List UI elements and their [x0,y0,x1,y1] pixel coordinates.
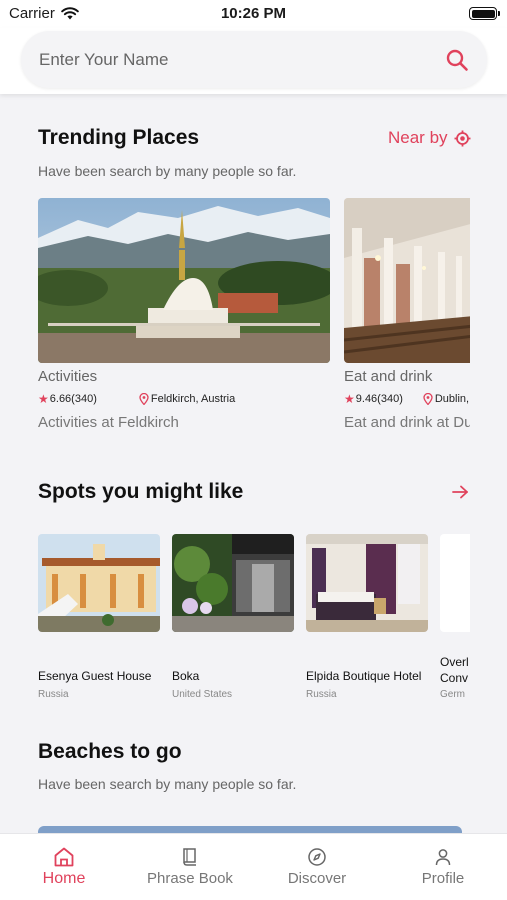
search-input[interactable] [39,45,419,75]
trending-image-stupa [38,198,330,363]
star-icon: ★ [38,392,49,406]
spots-title: Spots you might like [38,480,244,503]
tab-home[interactable]: Home [1,834,127,900]
trending-description: Activities at Feldkirch [38,414,179,431]
location-pin-icon [423,393,433,405]
beaches-subtitle: Have been search by many people so far. [38,776,297,792]
trending-card[interactable]: Activities ★ 6.66(340) Feldkirch, Austri… [38,198,330,431]
tab-phrase-book-label: Phrase Book [147,870,233,887]
location-target-icon [454,130,471,146]
trending-rating: 6.66(340) [49,393,97,405]
person-icon [435,849,451,866]
battery-icon [469,7,500,20]
spot-card[interactable]: Boka United States [172,534,294,700]
trending-rating: 9.46(340) [355,393,403,405]
spot-image-guest-house [38,534,160,632]
spot-image-hotel-room [306,534,428,632]
spot-country: Russia [306,689,337,700]
arrow-right-icon[interactable] [450,484,470,500]
compass-icon [308,848,326,866]
trending-location: Dublin, Ireland [434,393,470,405]
trending-image-church [344,198,470,363]
spot-name: Elpida Boutique Hotel [306,669,422,683]
nearby-label: Near by [388,128,448,147]
tab-profile[interactable]: Profile [380,834,506,900]
trending-meta: ★ 6.66(340) Feldkirch, Austria [38,392,330,406]
tab-discover[interactable]: Discover [254,834,380,900]
spot-country: Germ [440,689,465,700]
trending-category: Activities [38,368,98,385]
tab-profile-label: Profile [421,870,465,887]
star-icon: ★ [344,392,355,406]
trending-carousel[interactable]: Activities ★ 6.66(340) Feldkirch, Austri… [38,198,470,438]
tab-discover-label: Discover [287,870,347,887]
trending-meta: ★ 9.46(340) Dublin, Ireland [344,392,470,406]
spot-name: Overl Conv [440,655,469,685]
location-pin-icon [139,393,149,405]
status-bar: Carrier 10:26 PM [0,0,507,28]
spots-carousel[interactable]: Esenya Guest House Russia Boka United St… [38,534,470,704]
trending-description: Eat and drink at Dublin [344,414,470,431]
nearby-button[interactable]: Near by [388,128,471,148]
spot-name: Boka [172,669,200,683]
spot-country: Russia [38,689,69,700]
home-icon [54,847,74,867]
tab-phrase-book[interactable]: Phrase Book [127,834,253,900]
spot-image-placeholder [440,534,470,632]
trending-card[interactable]: Eat and drink ★ 9.46(340) Dublin, Irelan… [344,198,470,431]
header [0,28,507,94]
book-icon [183,848,196,866]
search-bar[interactable] [21,31,487,88]
spot-card[interactable]: Elpida Boutique Hotel Russia [306,534,428,700]
trending-title: Trending Places [38,126,200,149]
trending-subtitle: Have been search by many people so far. [38,163,297,179]
status-time: 10:26 PM [220,5,287,22]
tab-bar: Home Phrase Book Discover Profile [0,833,507,900]
spot-card[interactable]: Overl Conv Germ [440,534,470,700]
spot-country: United States [172,689,233,700]
trending-category: Eat and drink [344,368,433,385]
search-icon[interactable] [445,48,469,72]
beaches-title: Beaches to go [38,740,182,763]
tab-home-label: Home [42,870,86,887]
trending-location: Feldkirch, Austria [150,393,236,405]
spot-name: Esenya Guest House [38,669,152,683]
spot-image-boka [172,534,294,632]
spot-card[interactable]: Esenya Guest House Russia [38,534,160,700]
